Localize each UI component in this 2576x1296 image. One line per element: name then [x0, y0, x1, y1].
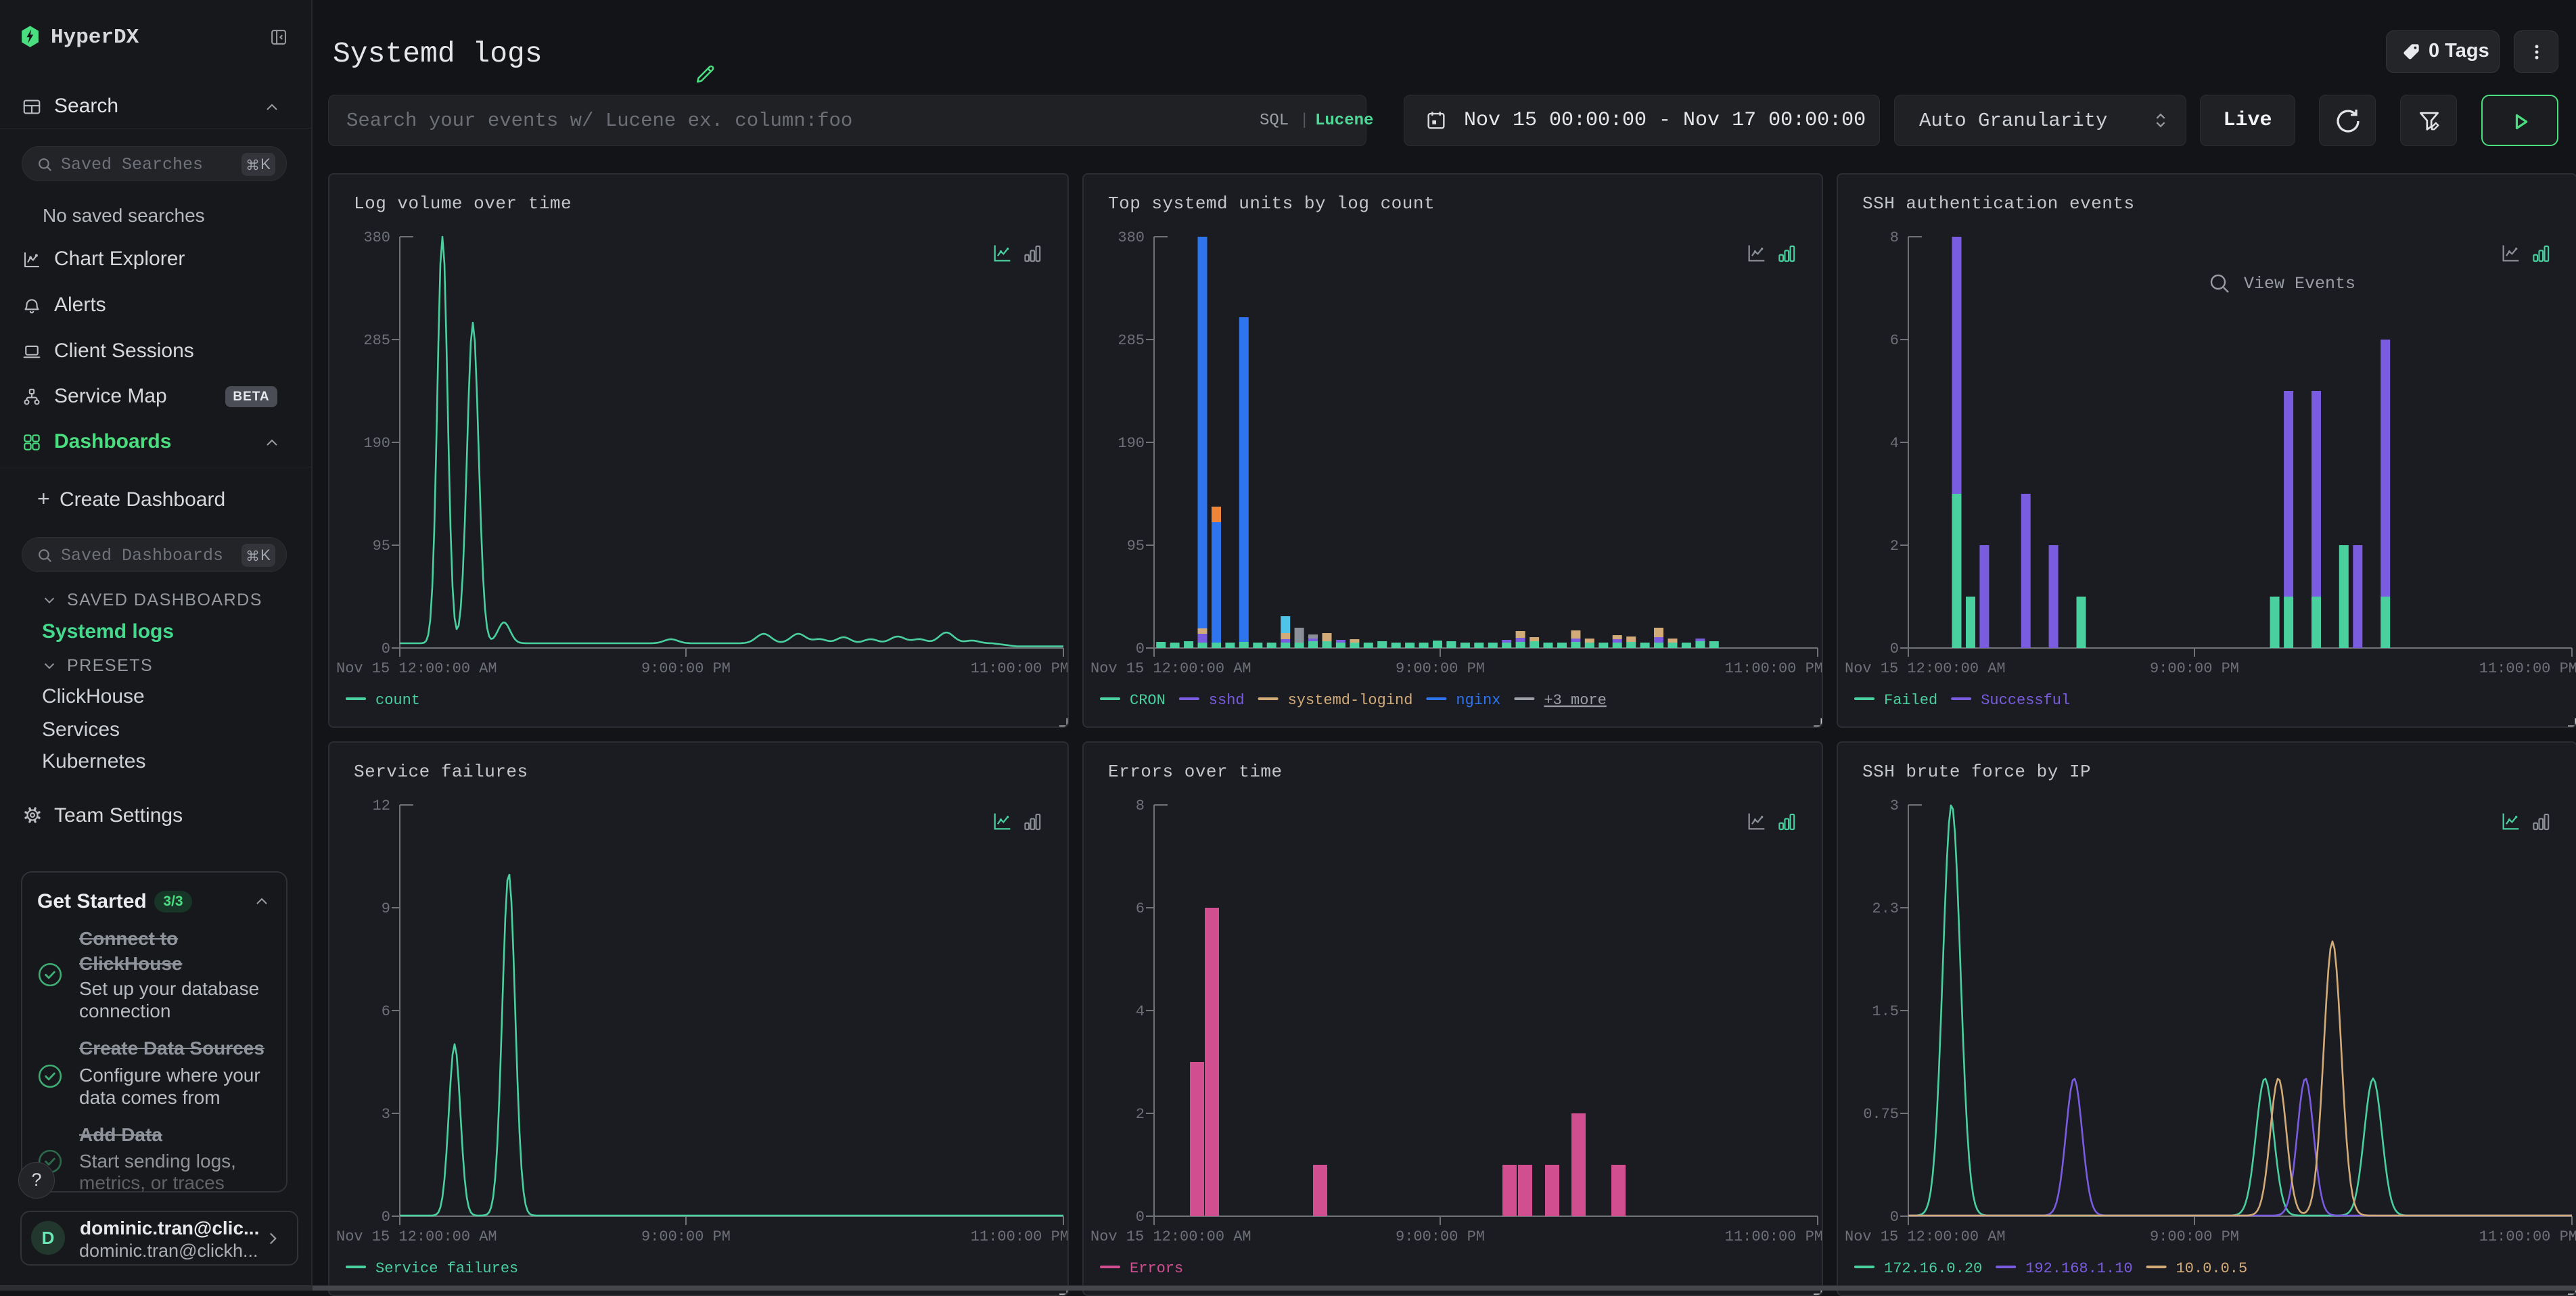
svg-text:11:00:00 PM: 11:00:00 PM — [1725, 1228, 1822, 1245]
svg-text:9:00:00 PM: 9:00:00 PM — [2150, 1228, 2239, 1245]
svg-text:Errors: Errors — [1130, 1260, 1183, 1277]
svg-text:12: 12 — [373, 797, 390, 814]
svg-text:6: 6 — [1136, 900, 1145, 917]
svg-text:9:00:00 PM: 9:00:00 PM — [1396, 660, 1485, 677]
svg-text:+3 more: +3 more — [1544, 692, 1606, 709]
svg-text:0: 0 — [382, 641, 390, 657]
svg-text:systemd-logind: systemd-logind — [1288, 692, 1413, 709]
svg-text:192.168.1.10: 192.168.1.10 — [2025, 1260, 2132, 1277]
svg-text:sshd: sshd — [1209, 692, 1245, 709]
svg-text:9:00:00 PM: 9:00:00 PM — [1396, 1228, 1485, 1245]
svg-text:2: 2 — [1136, 1106, 1145, 1123]
svg-text:Nov 15 12:00:00 AM: Nov 15 12:00:00 AM — [336, 1228, 497, 1245]
svg-text:0: 0 — [1890, 1209, 1899, 1226]
svg-text:2.3: 2.3 — [1872, 900, 1899, 917]
svg-text:6: 6 — [1890, 332, 1899, 349]
svg-text:Nov 15 12:00:00 AM: Nov 15 12:00:00 AM — [1090, 660, 1251, 677]
svg-text:190: 190 — [363, 435, 390, 452]
svg-text:95: 95 — [373, 538, 390, 555]
svg-text:172.16.0.20: 172.16.0.20 — [1884, 1260, 1982, 1277]
svg-text:count: count — [375, 692, 420, 709]
svg-text:2: 2 — [1890, 538, 1899, 555]
svg-text:CRON: CRON — [1130, 692, 1166, 709]
svg-text:8: 8 — [1890, 229, 1899, 246]
svg-text:0: 0 — [1890, 641, 1899, 657]
svg-text:9:00:00 PM: 9:00:00 PM — [641, 660, 731, 677]
svg-text:View Events: View Events — [2244, 274, 2355, 294]
svg-text:0: 0 — [382, 1209, 390, 1226]
svg-text:285: 285 — [1118, 332, 1145, 349]
svg-text:Failed: Failed — [1884, 692, 1937, 709]
svg-text:380: 380 — [363, 229, 390, 246]
svg-text:4: 4 — [1136, 1003, 1145, 1020]
svg-text:1.5: 1.5 — [1872, 1003, 1899, 1020]
svg-text:11:00:00 PM: 11:00:00 PM — [971, 1228, 1067, 1245]
svg-text:285: 285 — [363, 332, 390, 349]
svg-text:nginx: nginx — [1456, 692, 1500, 709]
svg-text:6: 6 — [382, 1003, 390, 1020]
svg-text:Nov 15 12:00:00 AM: Nov 15 12:00:00 AM — [1845, 1228, 2006, 1245]
svg-text:3: 3 — [382, 1106, 390, 1123]
svg-text:11:00:00 PM: 11:00:00 PM — [2479, 1228, 2576, 1245]
svg-text:95: 95 — [1127, 538, 1145, 555]
svg-text:9:00:00 PM: 9:00:00 PM — [641, 1228, 731, 1245]
svg-text:11:00:00 PM: 11:00:00 PM — [1725, 660, 1822, 677]
svg-text:0: 0 — [1136, 1209, 1145, 1226]
svg-text:0.75: 0.75 — [1863, 1106, 1899, 1123]
svg-text:9: 9 — [382, 900, 390, 917]
svg-text:190: 190 — [1118, 435, 1145, 452]
svg-text:11:00:00 PM: 11:00:00 PM — [2479, 660, 2576, 677]
svg-text:Nov 15 12:00:00 AM: Nov 15 12:00:00 AM — [1845, 660, 2006, 677]
svg-text:Nov 15 12:00:00 AM: Nov 15 12:00:00 AM — [336, 660, 497, 677]
svg-text:11:00:00 PM: 11:00:00 PM — [971, 660, 1067, 677]
svg-text:380: 380 — [1118, 229, 1145, 246]
svg-text:Service failures: Service failures — [375, 1260, 518, 1277]
svg-text:Nov 15 12:00:00 AM: Nov 15 12:00:00 AM — [1090, 1228, 1251, 1245]
svg-text:4: 4 — [1890, 435, 1899, 452]
svg-text:9:00:00 PM: 9:00:00 PM — [2150, 660, 2239, 677]
svg-text:0: 0 — [1136, 641, 1145, 657]
svg-text:10.0.0.5: 10.0.0.5 — [2176, 1260, 2248, 1277]
svg-text:Successful: Successful — [1981, 692, 2070, 709]
svg-text:3: 3 — [1890, 797, 1899, 814]
svg-text:8: 8 — [1136, 797, 1145, 814]
